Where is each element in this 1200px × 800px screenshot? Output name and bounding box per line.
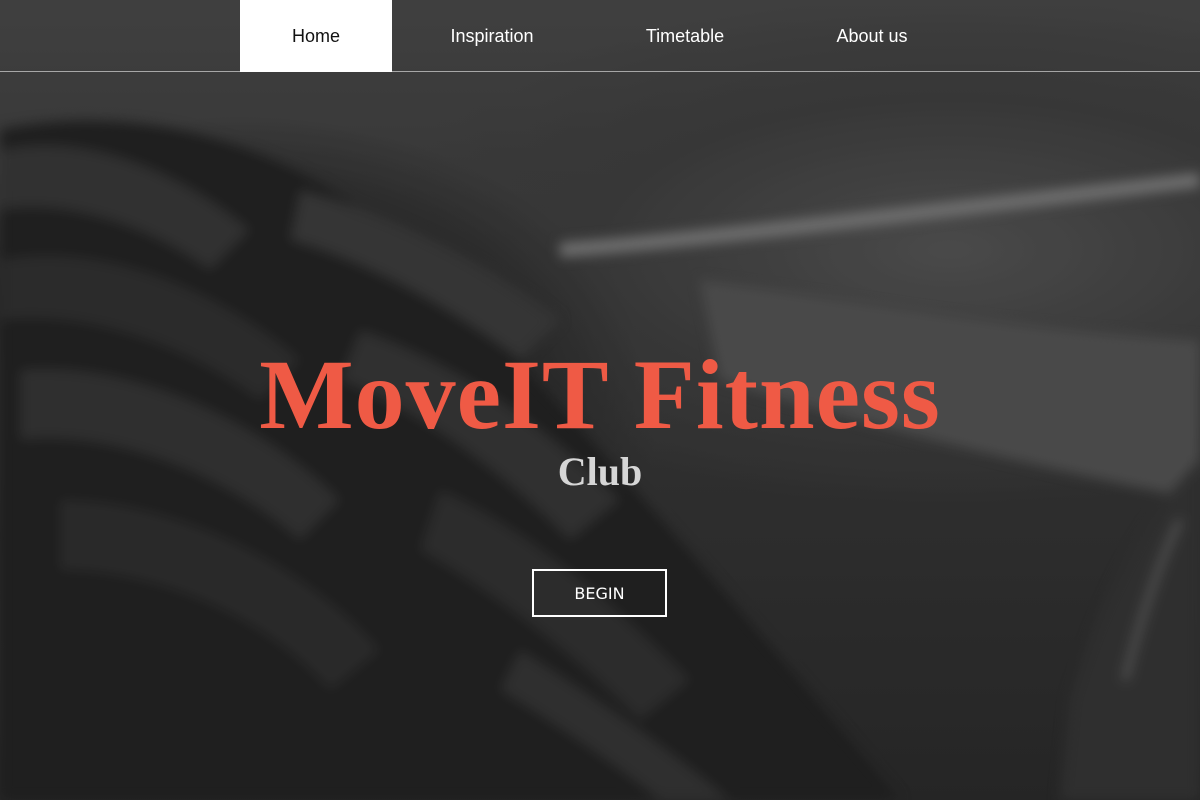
nav-item-home[interactable]: Home — [240, 0, 392, 72]
hero-title: MoveIT Fitness — [259, 339, 941, 450]
nav-item-timetable[interactable]: Timetable — [592, 0, 778, 72]
hero-section: MoveIT Fitness Club BEGIN — [0, 0, 1200, 800]
nav-list: Home Inspiration Timetable About us — [240, 0, 966, 72]
nav-item-inspiration[interactable]: Inspiration — [392, 0, 592, 72]
hero-subtitle: Club — [557, 449, 643, 494]
main-nav: Home Inspiration Timetable About us — [0, 0, 1200, 72]
page: Home Inspiration Timetable About us Move… — [0, 0, 1200, 800]
nav-item-about-us[interactable]: About us — [778, 0, 966, 72]
begin-button[interactable]: BEGIN — [532, 569, 667, 617]
